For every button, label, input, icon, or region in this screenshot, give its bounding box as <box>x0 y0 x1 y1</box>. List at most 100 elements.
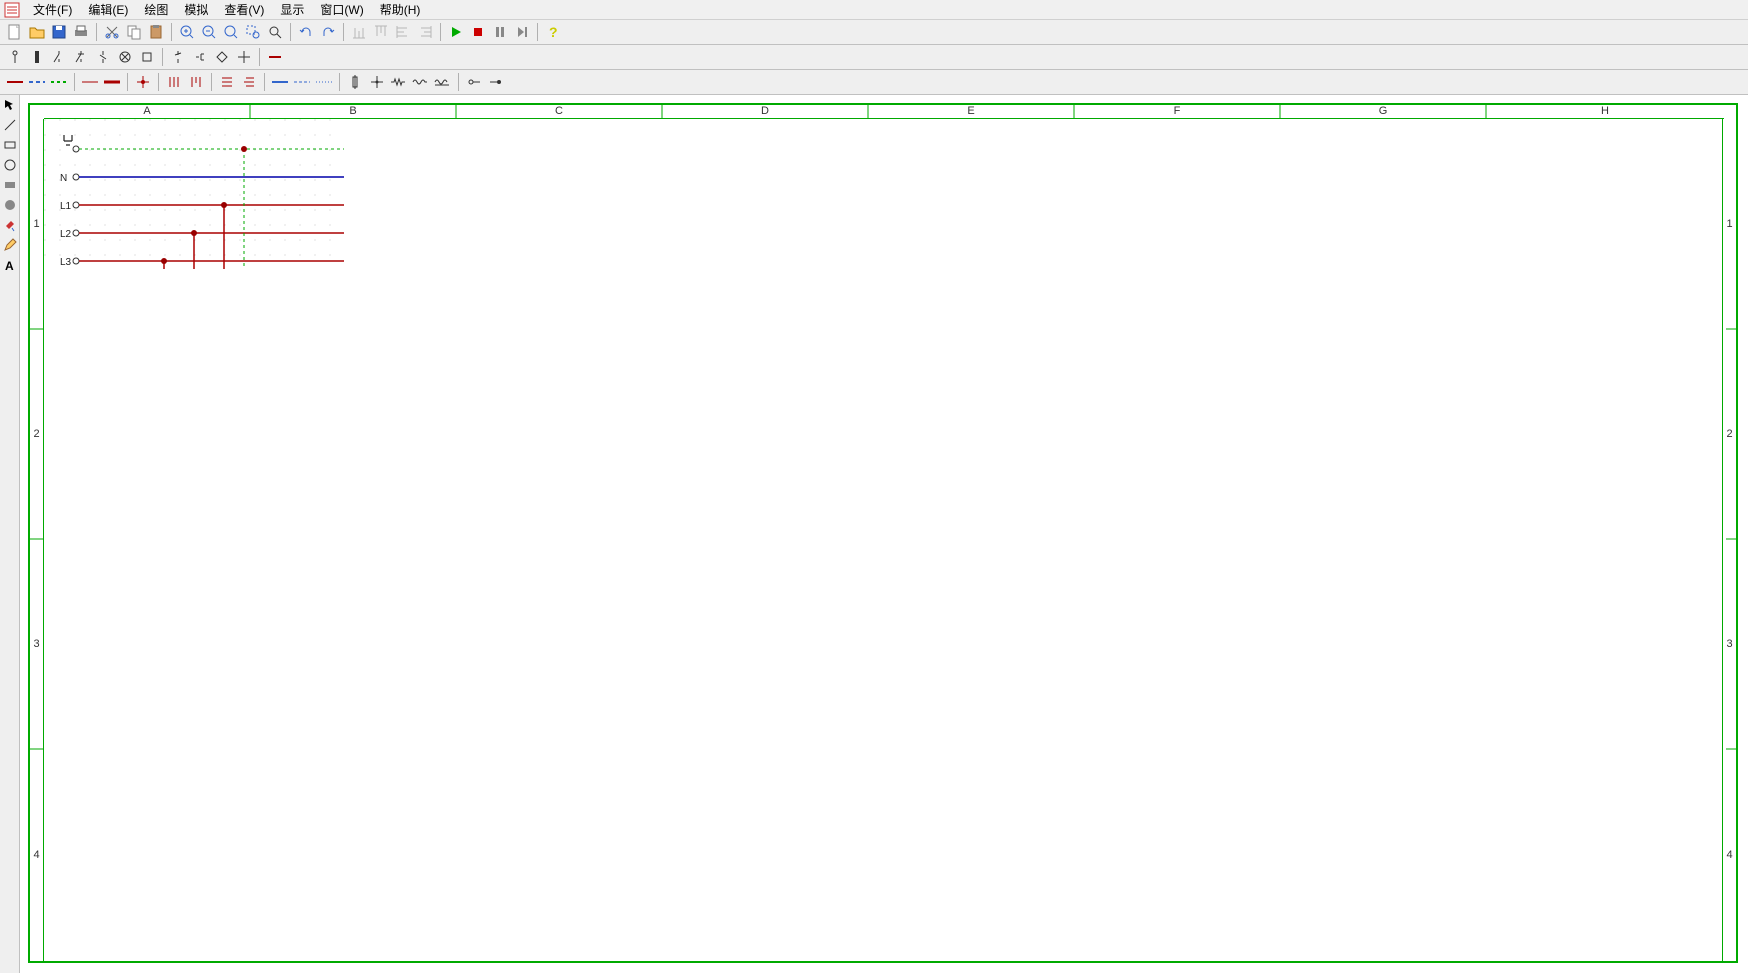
line-blue-tool[interactable] <box>269 71 291 93</box>
bars-half-tool[interactable] <box>185 71 207 93</box>
menu-display[interactable]: 显示 <box>272 1 312 18</box>
save-button[interactable] <box>48 21 70 43</box>
zoom-region-button[interactable] <box>242 21 264 43</box>
align-button-2[interactable] <box>370 21 392 43</box>
pencil-tool[interactable] <box>0 235 20 255</box>
menu-edit[interactable]: 编辑(E) <box>80 1 136 18</box>
changeover-tool[interactable] <box>189 46 211 68</box>
menu-view[interactable]: 查看(V) <box>216 1 272 18</box>
col-header-f: F <box>1074 105 1280 119</box>
line-solid-red[interactable] <box>4 71 26 93</box>
redo-button[interactable] <box>317 21 339 43</box>
contact-nc-tool[interactable] <box>70 46 92 68</box>
junction-tool[interactable] <box>26 46 48 68</box>
align-button-1[interactable] <box>348 21 370 43</box>
menu-sim[interactable]: 模拟 <box>176 1 216 18</box>
drawing-sheet: A B C D E F G H 1 2 3 4 1 2 3 4 <box>28 103 1738 963</box>
svg-text:L1: L1 <box>60 201 72 212</box>
hlines3b-tool[interactable] <box>238 71 260 93</box>
col-header-e: E <box>868 105 1074 119</box>
line-tool[interactable] <box>0 115 20 135</box>
toolbar-components-1 <box>0 45 1748 70</box>
close-term-tool[interactable] <box>485 71 507 93</box>
circle-tool[interactable] <box>0 155 20 175</box>
schematic: N L1 L2 L3 -X QS <box>44 119 344 269</box>
new-button[interactable] <box>4 21 26 43</box>
bars-full-tool[interactable] <box>163 71 185 93</box>
col-header-a: A <box>44 105 250 119</box>
fillrect-tool[interactable] <box>0 175 20 195</box>
menu-bar: 文件(F) 编辑(E) 绘图 模拟 查看(V) 显示 窗口(W) 帮助(H) <box>0 0 1748 20</box>
col-header-c: C <box>456 105 662 119</box>
row-header-2r: 2 <box>1722 329 1736 539</box>
rect-tool[interactable] <box>0 135 20 155</box>
zoom-out-button[interactable] <box>198 21 220 43</box>
row-header-4: 4 <box>30 749 44 961</box>
lamp-tool[interactable] <box>114 46 136 68</box>
row-header-3r: 3 <box>1722 539 1736 749</box>
zoom-fit-button[interactable] <box>220 21 242 43</box>
paint-tool[interactable] <box>0 215 20 235</box>
fuse-vert-tool[interactable] <box>344 71 366 93</box>
switch-tool[interactable] <box>92 46 114 68</box>
help-button[interactable]: ? <box>542 21 564 43</box>
col-header-d: D <box>662 105 868 119</box>
open-term-tool[interactable] <box>463 71 485 93</box>
cross-tool[interactable] <box>233 46 255 68</box>
open-button[interactable] <box>26 21 48 43</box>
line-blue-dash-tool[interactable] <box>291 71 313 93</box>
run-button[interactable] <box>445 21 467 43</box>
align-button-3[interactable] <box>392 21 414 43</box>
pointer-tool[interactable] <box>0 95 20 115</box>
fillcircle-tool[interactable] <box>0 195 20 215</box>
node-tool[interactable] <box>132 71 154 93</box>
app-icon <box>4 2 20 18</box>
contact-no-tool[interactable] <box>48 46 70 68</box>
svg-text:?: ? <box>549 24 558 40</box>
find-button[interactable] <box>264 21 286 43</box>
undo-button[interactable] <box>295 21 317 43</box>
line-thin-red[interactable] <box>79 71 101 93</box>
step-button[interactable] <box>511 21 533 43</box>
row-header-4r: 4 <box>1722 749 1736 961</box>
paste-button[interactable] <box>145 21 167 43</box>
menu-draw[interactable]: 绘图 <box>136 1 176 18</box>
cut-button[interactable] <box>101 21 123 43</box>
align-button-4[interactable] <box>414 21 436 43</box>
svg-text:N: N <box>60 173 67 184</box>
zoom-in-button[interactable] <box>176 21 198 43</box>
terminal-tool[interactable] <box>4 46 26 68</box>
breaker-tool[interactable] <box>167 46 189 68</box>
row-header-1r: 1 <box>1722 119 1736 329</box>
row-header-2: 2 <box>30 329 44 539</box>
line-dash-blue[interactable] <box>26 71 48 93</box>
line-thick-red[interactable] <box>101 71 123 93</box>
cross-dot-tool[interactable] <box>366 71 388 93</box>
wire-red-tool[interactable] <box>264 46 286 68</box>
canvas[interactable]: A B C D E F G H 1 2 3 4 1 2 3 4 <box>20 95 1748 973</box>
svg-text:L3: L3 <box>60 257 72 268</box>
resistor-tool[interactable] <box>388 71 410 93</box>
col-header-g: G <box>1280 105 1486 119</box>
left-palette: A <box>0 95 20 973</box>
menu-file[interactable]: 文件(F) <box>25 1 80 18</box>
row-header-3: 3 <box>30 539 44 749</box>
inductor-tool[interactable] <box>410 71 432 93</box>
line-dash-green[interactable] <box>48 71 70 93</box>
hlines3-tool[interactable] <box>216 71 238 93</box>
diamond-tool[interactable] <box>211 46 233 68</box>
menu-window[interactable]: 窗口(W) <box>312 1 371 18</box>
row-header-1: 1 <box>30 119 44 329</box>
toolbar-main: ? <box>0 20 1748 45</box>
stop-button[interactable] <box>467 21 489 43</box>
inductor2-tool[interactable] <box>432 71 454 93</box>
text-tool[interactable]: A <box>0 255 20 275</box>
col-header-h: H <box>1486 105 1724 119</box>
coil-tool[interactable] <box>136 46 158 68</box>
line-blue-dot-tool[interactable] <box>313 71 335 93</box>
menu-help[interactable]: 帮助(H) <box>372 1 429 18</box>
print-button[interactable] <box>70 21 92 43</box>
pause-button[interactable] <box>489 21 511 43</box>
copy-button[interactable] <box>123 21 145 43</box>
svg-text:A: A <box>5 259 14 272</box>
